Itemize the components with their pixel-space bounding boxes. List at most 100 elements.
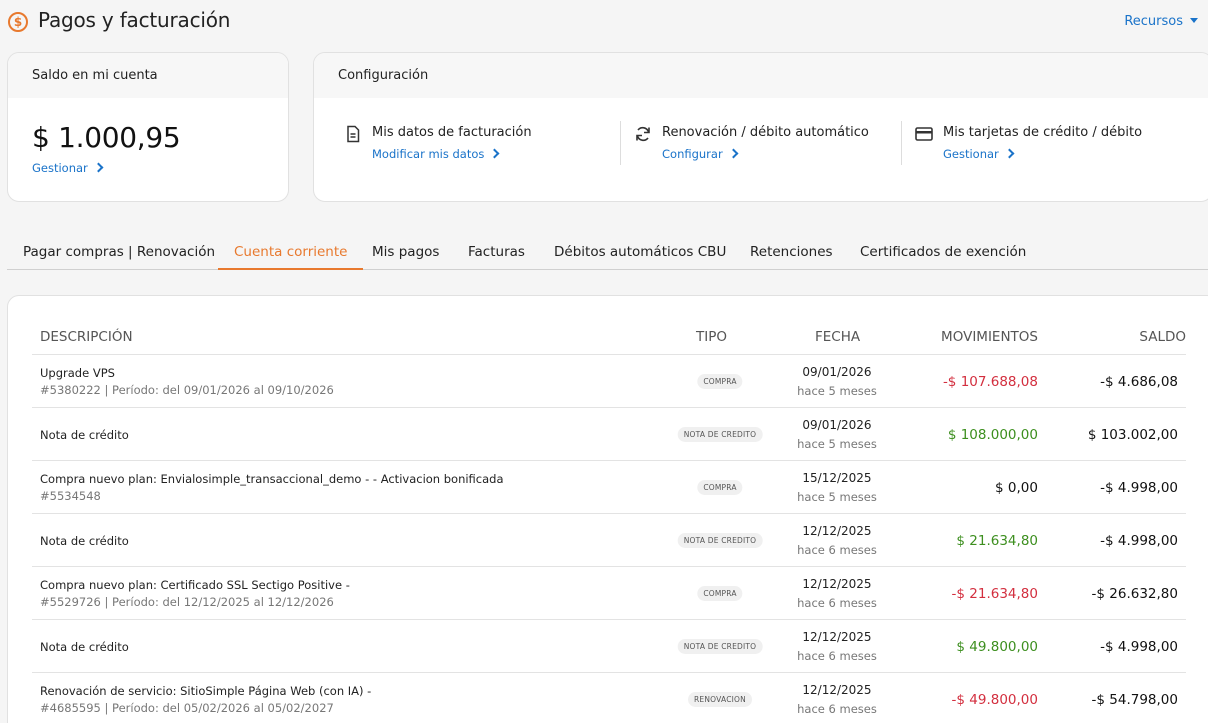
row-relative-time: hace 6 meses bbox=[797, 543, 877, 557]
row-balance: $ 103.002,00 bbox=[1087, 427, 1178, 443]
resources-dropdown[interactable]: Recursos bbox=[1124, 14, 1198, 29]
row-period-label: Período: bbox=[112, 595, 159, 609]
column-date: FECHA bbox=[815, 329, 861, 345]
row-movement: $ 108.000,00 bbox=[947, 427, 1038, 443]
manage-balance-link[interactable]: Gestionar bbox=[32, 161, 104, 175]
column-movements: MOVIMIENTOS bbox=[941, 329, 1038, 345]
row-description: Nota de crédito bbox=[40, 534, 129, 548]
row-balance: -$ 4.998,00 bbox=[1100, 480, 1178, 496]
cards-title: Mis tarjetas de crédito / débito bbox=[943, 125, 1143, 140]
table-header: DESCRIPCIÓN TIPO FECHA MOVIMIENTOS SALDO bbox=[40, 326, 1186, 356]
chevron-right-icon[interactable] bbox=[93, 162, 104, 173]
tab-cbu-debits[interactable]: Débitos automáticos CBU bbox=[554, 238, 726, 270]
manage-cards-link[interactable]: Gestionar bbox=[943, 147, 1015, 161]
balance-card: Saldo en mi cuenta $ 1.000,95 Gestionar bbox=[7, 52, 289, 202]
row-reference: #5529726 | Período: del 12/12/2025 al 12… bbox=[40, 595, 334, 609]
auto-renewal-title: Renovación / débito automático bbox=[662, 125, 869, 140]
document-icon bbox=[347, 125, 360, 143]
tab-pay-purchases[interactable]: Pagar compras | Renovación bbox=[23, 238, 215, 270]
table-row: Nota de crédito NOTA DE CREDITO 09/01/2026… bbox=[32, 407, 1186, 460]
row-relative-time: hace 6 meses bbox=[797, 702, 877, 716]
divider bbox=[620, 121, 621, 165]
row-date: 09/01/2026 bbox=[802, 365, 872, 379]
row-description: Renovación de servicio: SitioSimple Pági… bbox=[40, 684, 372, 698]
chevron-right-icon[interactable] bbox=[1004, 148, 1015, 159]
modify-billing-link[interactable]: Modificar mis datos bbox=[372, 147, 500, 161]
tab-exemption-certificates[interactable]: Certificados de exención bbox=[860, 238, 1026, 270]
manage-balance-label[interactable]: Gestionar bbox=[32, 161, 88, 175]
manage-cards-label[interactable]: Gestionar bbox=[943, 147, 999, 161]
row-date: 12/12/2025 bbox=[802, 630, 872, 644]
row-description: Compra nuevo plan: Certificado SSL Secti… bbox=[40, 578, 350, 592]
tab-bar: Pagar compras | Renovación Cuenta corrie… bbox=[7, 238, 1208, 270]
modify-billing-label[interactable]: Modificar mis datos bbox=[372, 147, 484, 161]
billing-data-title: Mis datos de facturación bbox=[372, 125, 532, 140]
row-balance: -$ 4.998,00 bbox=[1100, 639, 1178, 655]
row-id: #4685595 bbox=[40, 701, 101, 715]
row-period-label: Período: bbox=[112, 383, 159, 397]
refresh-icon bbox=[636, 126, 650, 142]
row-reference: #5380222 | Período: del 09/01/2026 al 09… bbox=[40, 383, 334, 397]
type-badge: NOTA DE CREDITO bbox=[677, 533, 763, 548]
account-table: DESCRIPCIÓN TIPO FECHA MOVIMIENTOS SALDO… bbox=[7, 295, 1208, 723]
tab-invoices[interactable]: Facturas bbox=[468, 238, 525, 270]
row-separator: | bbox=[100, 383, 113, 397]
row-date: 09/01/2026 bbox=[802, 418, 872, 432]
row-movement: -$ 107.688,08 bbox=[942, 374, 1038, 390]
configure-renewal-label[interactable]: Configurar bbox=[662, 147, 723, 161]
row-reference: #5534548 bbox=[40, 489, 101, 503]
table-row: Nota de crédito NOTA DE CREDITO 12/12/2025… bbox=[32, 619, 1186, 672]
row-period: del 05/02/2026 al 05/02/2027 bbox=[162, 701, 334, 715]
row-movement: -$ 49.800,00 bbox=[951, 692, 1038, 708]
row-date: 15/12/2025 bbox=[802, 471, 872, 485]
tab-withholdings[interactable]: Retenciones bbox=[750, 238, 833, 270]
row-id: #5534548 bbox=[40, 489, 101, 503]
chevron-right-icon[interactable] bbox=[728, 148, 739, 159]
table-row: Nota de crédito NOTA DE CREDITO 12/12/2025… bbox=[32, 513, 1186, 566]
table-row: Compra nuevo plan: Certificado SSL Secti… bbox=[32, 566, 1186, 619]
column-type: TIPO bbox=[696, 329, 727, 345]
row-period-label: Período: bbox=[112, 701, 159, 715]
row-balance: -$ 26.632,80 bbox=[1091, 586, 1178, 602]
row-separator: | bbox=[100, 701, 113, 715]
balance-amount: $ 1.000,95 bbox=[32, 121, 181, 154]
type-badge: NOTA DE CREDITO bbox=[677, 427, 763, 442]
row-relative-time: hace 5 meses bbox=[797, 384, 877, 398]
column-description: DESCRIPCIÓN bbox=[40, 329, 133, 345]
divider bbox=[901, 121, 902, 165]
row-description: Nota de crédito bbox=[40, 640, 129, 654]
row-relative-time: hace 6 meses bbox=[797, 649, 877, 663]
config-card-title: Configuración bbox=[314, 53, 1208, 98]
row-balance: -$ 54.798,00 bbox=[1091, 692, 1178, 708]
row-date: 12/12/2025 bbox=[802, 577, 872, 591]
type-badge: COMPRA bbox=[697, 586, 743, 601]
row-relative-time: hace 5 meses bbox=[797, 437, 877, 451]
row-separator: | bbox=[100, 595, 113, 609]
row-date: 12/12/2025 bbox=[802, 683, 872, 697]
page-title: Pagos y facturación bbox=[38, 8, 231, 32]
row-balance: -$ 4.998,00 bbox=[1100, 533, 1178, 549]
dollar-circle-icon: $ bbox=[8, 12, 28, 32]
table-row: Compra nuevo plan: Envialosimple_transac… bbox=[32, 460, 1186, 513]
row-movement: $ 21.634,80 bbox=[956, 533, 1038, 549]
row-description: Upgrade VPS bbox=[40, 366, 115, 380]
tab-my-payments[interactable]: Mis pagos bbox=[372, 238, 439, 270]
chevron-right-icon[interactable] bbox=[489, 148, 500, 159]
row-id: #5529726 bbox=[40, 595, 101, 609]
tab-current-account[interactable]: Cuenta corriente bbox=[218, 238, 364, 270]
configure-renewal-link[interactable]: Configurar bbox=[662, 147, 739, 161]
row-description: Nota de crédito bbox=[40, 428, 129, 442]
row-description: Compra nuevo plan: Envialosimple_transac… bbox=[40, 472, 504, 486]
balance-card-title: Saldo en mi cuenta bbox=[8, 53, 288, 98]
resources-label[interactable]: Recursos bbox=[1124, 14, 1183, 29]
row-balance: -$ 4.686,08 bbox=[1100, 374, 1178, 390]
caret-down-icon[interactable] bbox=[1190, 18, 1198, 23]
row-relative-time: hace 5 meses bbox=[797, 490, 877, 504]
row-id: #5380222 bbox=[40, 383, 101, 397]
row-movement: -$ 21.634,80 bbox=[951, 586, 1038, 602]
column-balance: SALDO bbox=[1139, 329, 1186, 345]
page-header: $ Pagos y facturación Recursos bbox=[8, 8, 1198, 38]
row-period: del 09/01/2026 al 09/10/2026 bbox=[162, 383, 334, 397]
row-movement: $ 49.800,00 bbox=[956, 639, 1038, 655]
table-row: Upgrade VPS #5380222 | Período: del 09/01… bbox=[32, 354, 1186, 407]
